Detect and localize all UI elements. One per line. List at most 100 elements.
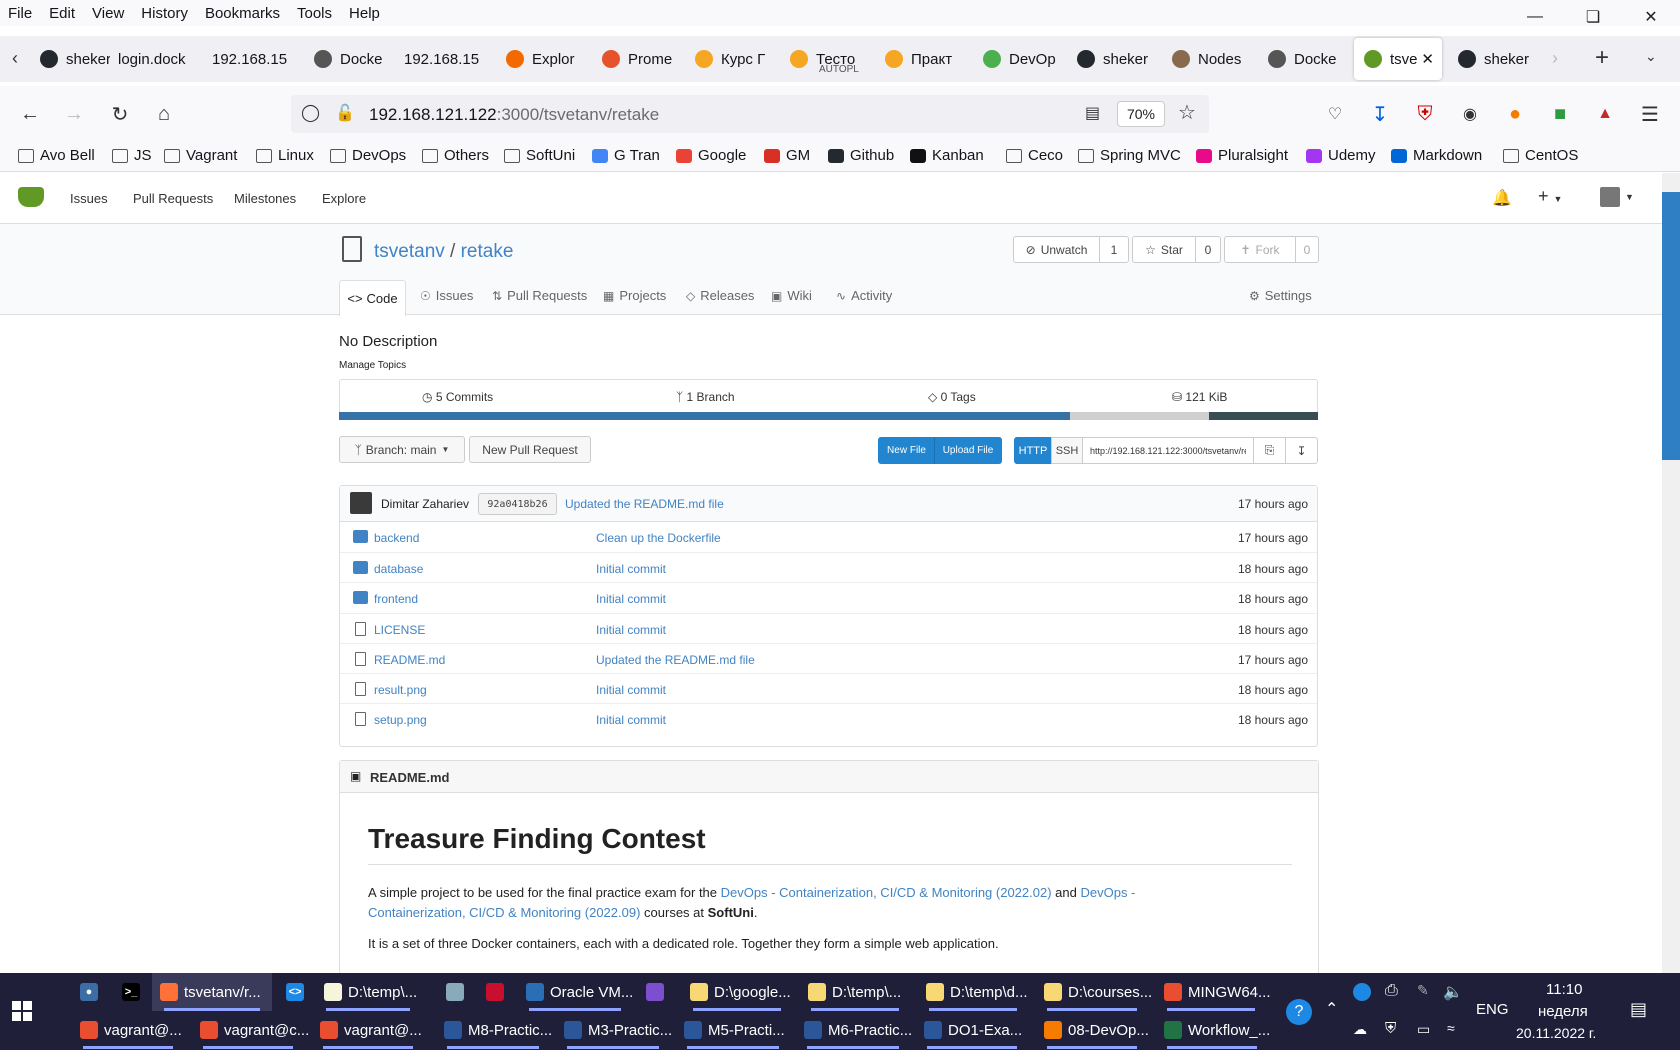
browser-tab[interactable]: Практ — [885, 38, 961, 80]
fork-count[interactable]: 0 — [1295, 236, 1319, 263]
taskbar-app[interactable] — [438, 973, 472, 1011]
browser-tab[interactable]: Docke — [1268, 38, 1344, 80]
branch-dropdown[interactable]: ᛉ Branch: main ▼ — [339, 436, 465, 463]
taskbar-app[interactable]: D:\temp\... — [316, 973, 420, 1011]
notifications-bell-icon[interactable]: 🔔 — [1492, 188, 1512, 208]
restore-button[interactable]: ❏ — [1564, 0, 1622, 34]
new-pull-request-button[interactable]: New Pull Request — [469, 436, 591, 463]
taskbar-app[interactable] — [478, 973, 512, 1011]
bookmark-item[interactable]: G Tran — [592, 147, 660, 164]
commit-sha[interactable]: 92a0418b26 — [478, 493, 557, 515]
zoom-level[interactable]: 70% — [1117, 101, 1165, 127]
repo-name-link[interactable]: retake — [461, 241, 514, 262]
clone-url-input[interactable] — [1082, 437, 1254, 464]
tab-pull-requests[interactable]: ⇅ Pull Requests — [492, 288, 587, 303]
clock-date[interactable]: 20.11.2022 г. — [1516, 1025, 1596, 1041]
taskbar-app[interactable]: vagrant@... — [312, 1011, 424, 1049]
network-icon[interactable]: ≈ — [1447, 1020, 1455, 1036]
tray-printer-icon[interactable]: ⎙ — [1385, 982, 1398, 1000]
insecure-lock-icon[interactable]: 🔓 — [335, 103, 355, 123]
readme-link-2a[interactable]: DevOps - — [1080, 885, 1135, 900]
language-bar-segment[interactable] — [1209, 412, 1318, 420]
tray-pen-icon[interactable]: ✎ — [1417, 982, 1429, 999]
taskbar-app[interactable]: D:\courses... — [1036, 973, 1152, 1011]
language-bar-segment[interactable] — [1070, 412, 1210, 420]
shield-icon[interactable]: ◯ — [301, 103, 320, 123]
extension-orange-icon[interactable]: ● — [1499, 98, 1531, 130]
browser-tab[interactable]: Docke — [314, 38, 392, 80]
gitea-logo-icon[interactable] — [18, 187, 44, 207]
browser-tab[interactable]: sheker — [1077, 38, 1153, 80]
back-icon[interactable]: ← — [14, 98, 46, 130]
taskbar-app[interactable]: DO1-Exa... — [916, 1011, 1028, 1049]
file-commit-message[interactable]: Clean up the Dockerfile — [596, 531, 721, 545]
commit-author[interactable]: Dimitar Zahariev — [381, 497, 469, 511]
user-avatar[interactable] — [1600, 187, 1620, 207]
copy-url-button[interactable]: ⎘ — [1253, 437, 1286, 464]
minimize-button[interactable]: — — [1506, 0, 1564, 34]
tray-blue-icon[interactable] — [1353, 983, 1371, 1001]
reader-view-icon[interactable]: ▤ — [1085, 103, 1100, 123]
tray-defender-icon[interactable]: ⛨ — [1385, 1020, 1396, 1037]
tabs-scroll-right-icon[interactable]: › — [1552, 48, 1558, 69]
bookmark-item[interactable]: GM — [764, 147, 810, 164]
taskbar-app[interactable]: M6-Practic... — [796, 1011, 912, 1049]
file-name[interactable]: LICENSE — [374, 623, 425, 637]
file-commit-message[interactable]: Initial commit — [596, 683, 666, 697]
nav-explore[interactable]: Explore — [322, 191, 366, 206]
star-count[interactable]: 0 — [1195, 236, 1221, 263]
create-new-plus-icon[interactable]: + ▼ — [1538, 186, 1562, 207]
new-file-button[interactable]: New File — [878, 437, 935, 464]
taskbar-app[interactable]: M3-Practic... — [556, 1011, 672, 1049]
file-name[interactable]: setup.png — [374, 713, 427, 727]
bookmark-item[interactable]: JS — [112, 147, 152, 164]
tab-projects[interactable]: ▦ Projects — [603, 288, 666, 303]
browser-tab[interactable]: Explor — [506, 38, 584, 80]
show-hidden-icons[interactable]: ⌃ — [1325, 999, 1338, 1019]
commit-message[interactable]: Updated the README.md file — [565, 497, 724, 511]
extension-green-icon[interactable]: ■ — [1544, 98, 1576, 130]
taskbar-app[interactable]: M8-Practic... — [436, 1011, 552, 1049]
fork-button[interactable]: ✝ Fork — [1224, 236, 1296, 263]
volume-icon[interactable]: 🔈 — [1443, 982, 1463, 1002]
tab-code[interactable]: <> Code — [339, 280, 406, 316]
author-avatar[interactable] — [350, 492, 372, 514]
readme-link-2b[interactable]: Containerization, CI/CD & Monitoring (20… — [368, 905, 640, 920]
file-commit-message[interactable]: Updated the README.md file — [596, 653, 755, 667]
reload-icon[interactable]: ↻ — [104, 98, 136, 130]
bookmark-item[interactable]: Udemy — [1306, 147, 1376, 164]
branches-stat[interactable]: ᛉ 1 Branch — [676, 390, 735, 404]
star-button[interactable]: ☆ Star — [1132, 236, 1196, 263]
tab-releases[interactable]: ◇ Releases — [686, 288, 754, 303]
browser-tab[interactable]: Тесто AUTOPL — [790, 38, 866, 80]
bookmark-item[interactable]: Github — [828, 147, 894, 164]
taskbar-app[interactable]: 08-DevOp... — [1036, 1011, 1149, 1049]
taskbar-app[interactable]: ● — [72, 973, 106, 1011]
file-name[interactable]: README.md — [374, 653, 445, 667]
forward-icon[interactable]: → — [58, 98, 90, 130]
browser-tab[interactable]: login.dock — [118, 38, 202, 80]
unwatch-button[interactable]: ⊘ Unwatch — [1013, 236, 1100, 263]
url-bar[interactable]: ◯ 🔓 192.168.121.122:3000/tsvetanv/retake… — [291, 95, 1209, 133]
language-bar-segment[interactable] — [339, 412, 1071, 420]
taskbar-app[interactable]: Workflow_... — [1156, 1011, 1270, 1049]
bookmark-star-icon[interactable]: ☆ — [1178, 100, 1196, 125]
tab-wiki[interactable]: ▣ Wiki — [771, 288, 812, 303]
file-name[interactable]: backend — [374, 531, 419, 545]
menu-help[interactable]: Help — [341, 5, 389, 22]
ssh-clone-button[interactable]: SSH — [1051, 437, 1083, 464]
menu-history[interactable]: History — [133, 5, 197, 22]
bookmark-item[interactable]: Vagrant — [164, 147, 237, 164]
language-bar[interactable] — [339, 412, 1318, 420]
menu-tools[interactable]: Tools — [289, 5, 341, 22]
watch-count[interactable]: 1 — [1099, 236, 1129, 263]
taskbar-app[interactable]: D:\temp\d... — [918, 973, 1028, 1011]
bookmark-item[interactable]: Avo Bell — [18, 147, 95, 164]
taskbar-app[interactable]: D:\google... — [682, 973, 792, 1011]
manage-topics-link[interactable]: Manage Topics — [339, 360, 406, 371]
file-commit-message[interactable]: Initial commit — [596, 623, 666, 637]
list-all-tabs-icon[interactable]: ⌄ — [1645, 48, 1657, 65]
taskbar-app[interactable]: D:\temp\... — [800, 973, 910, 1011]
bookmark-item[interactable]: Kanban — [910, 147, 984, 164]
bookmark-item[interactable]: Spring MVC — [1078, 147, 1181, 164]
